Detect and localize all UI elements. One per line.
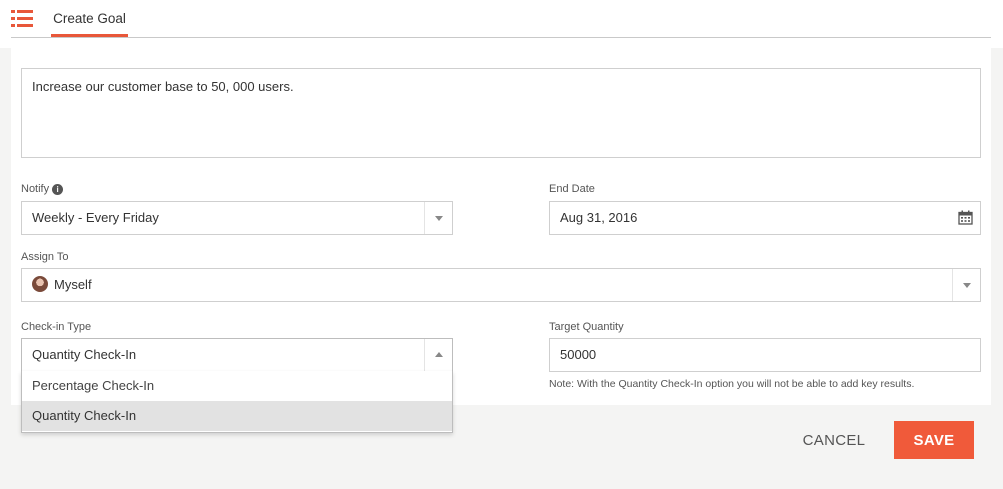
- checkin-type-select[interactable]: Quantity Check-In: [21, 338, 453, 372]
- target-quantity-value: 50000: [560, 347, 597, 362]
- goal-description-input[interactable]: Increase our customer base to 50, 000 us…: [21, 68, 981, 158]
- list-icon[interactable]: [11, 10, 33, 27]
- checkin-type-dropdown-menu: Percentage Check-In Quantity Check-In: [21, 371, 453, 433]
- chevron-down-icon: [963, 283, 971, 288]
- notify-value: Weekly - Every Friday: [32, 210, 159, 225]
- avatar: [32, 276, 48, 292]
- assign-to-select[interactable]: Myself: [21, 268, 981, 302]
- assign-to-label: Assign To: [21, 251, 69, 263]
- assign-to-value: Myself: [54, 277, 92, 292]
- notify-select[interactable]: Weekly - Every Friday: [21, 201, 453, 235]
- notify-label: Notify i: [21, 183, 64, 195]
- option-quantity-check-in[interactable]: Quantity Check-In: [22, 401, 452, 431]
- end-date-value: Aug 31, 2016: [560, 210, 638, 225]
- tab-create-goal[interactable]: Create Goal: [51, 0, 128, 37]
- tab-divider: [11, 37, 991, 38]
- checkin-type-label: Check-in Type: [21, 321, 92, 333]
- notify-dropdown-toggle[interactable]: [424, 202, 452, 234]
- checkin-type-value: Quantity Check-In: [32, 347, 137, 362]
- checkin-type-dropdown-toggle[interactable]: [424, 339, 452, 371]
- top-bar: Create Goal: [0, 0, 1003, 48]
- target-quantity-label: Target Quantity: [549, 321, 624, 333]
- save-button[interactable]: SAVE: [894, 421, 974, 459]
- assign-to-dropdown-toggle[interactable]: [952, 269, 980, 301]
- option-percentage-check-in[interactable]: Percentage Check-In: [22, 371, 452, 401]
- cancel-button[interactable]: CANCEL: [794, 421, 874, 459]
- target-quantity-note: Note: With the Quantity Check-In option …: [549, 378, 915, 390]
- calendar-icon[interactable]: [958, 210, 973, 225]
- target-quantity-input[interactable]: 50000: [549, 338, 981, 372]
- end-date-label: End Date: [549, 183, 595, 195]
- end-date-input[interactable]: Aug 31, 2016: [549, 201, 981, 235]
- info-icon[interactable]: i: [52, 184, 64, 195]
- chevron-up-icon: [435, 352, 443, 357]
- chevron-down-icon: [435, 216, 443, 221]
